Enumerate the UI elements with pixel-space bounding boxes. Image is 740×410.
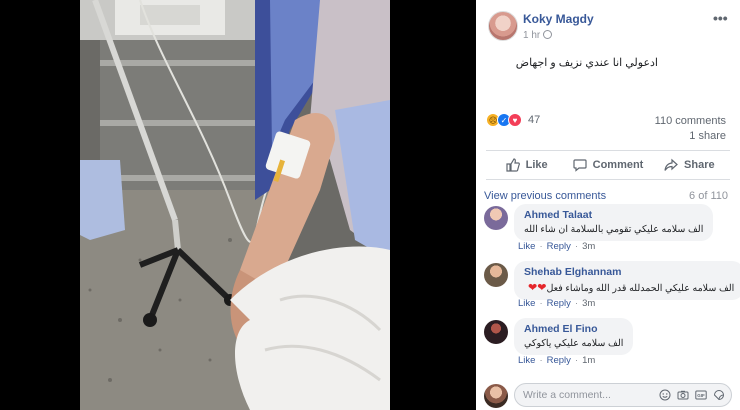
comment-like-link[interactable]: Like	[518, 355, 535, 366]
comment-text: الف سلامه عليكي الحمدلله قدر الله وماشاء…	[546, 283, 735, 294]
photo-viewer	[0, 0, 476, 410]
comment-icon	[573, 159, 587, 172]
like-icon	[506, 158, 520, 172]
separator-dot: ·	[539, 298, 543, 309]
post-photo[interactable]	[80, 0, 390, 410]
comment-actions: Like · Reply · 3m	[518, 298, 595, 309]
post-text: ادعولي انا عندي نزيف و اجهاض	[515, 57, 658, 69]
post-action-bar: Like Comment Share	[486, 150, 730, 180]
separator-dot: ·	[574, 241, 579, 252]
comment-reply-link[interactable]: Reply	[547, 298, 571, 309]
share-button[interactable]: Share	[649, 151, 730, 179]
more-icon[interactable]: •••	[713, 10, 728, 26]
comment-input-placeholder: Write a comment...	[523, 389, 611, 401]
commenter-name[interactable]: Ahmed El Fino	[524, 323, 623, 335]
heart-emoji-icon: ❤❤	[528, 282, 547, 294]
commenter-name[interactable]: Ahmed Talaat	[524, 209, 703, 221]
comment-input-icons: GIF	[659, 389, 725, 401]
comment-item: Ahmed El Fino الف سلامه عليكي ياكوكي Lik…	[484, 318, 734, 370]
separator-dot: ·	[574, 355, 579, 366]
like-button[interactable]: Like	[486, 151, 567, 179]
poster-avatar[interactable]	[488, 11, 518, 41]
globe-icon	[543, 30, 553, 39]
comment-item: Shehab Elghannam الف سلامه عليكي الحمدلل…	[484, 261, 740, 313]
post-header: Koky Magdy 1 hr •••	[476, 0, 740, 44]
comment-actions: Like · Reply · 3m	[518, 241, 595, 252]
write-comment-row: Write a comment... GIF	[476, 376, 740, 410]
comment-reply-link[interactable]: Reply	[547, 355, 571, 366]
comment-text-row: الف سلامه عليكي الحمدلله قدر الله وماشاء…	[524, 281, 734, 294]
comment-bubble: Ahmed El Fino الف سلامه عليكي ياكوكي	[514, 318, 634, 355]
comment-time[interactable]: 1m	[582, 355, 595, 366]
commenter-avatar[interactable]	[484, 320, 508, 344]
love-reaction-icon: ♥	[508, 113, 522, 127]
camera-icon[interactable]	[677, 389, 689, 401]
svg-text:GIF: GIF	[697, 393, 705, 398]
comment-button[interactable]: Comment	[567, 151, 648, 179]
comment-bubble: Shehab Elghannam الف سلامه عليكي الحمدلل…	[514, 261, 740, 300]
current-user-avatar	[484, 384, 508, 408]
comment-time[interactable]: 3m	[582, 298, 595, 309]
commenter-avatar[interactable]	[484, 206, 508, 230]
post-timestamp[interactable]: 1 hr	[523, 30, 553, 41]
comments-count[interactable]: 110 comments	[655, 115, 726, 127]
poster-name[interactable]: Koky Magdy	[523, 12, 594, 26]
comment-actions: Like · Reply · 1m	[518, 355, 595, 366]
sticker-icon[interactable]	[713, 389, 725, 401]
comment-like-link[interactable]: Like	[518, 298, 535, 309]
share-label: Share	[684, 159, 715, 171]
comment-time[interactable]: 3m	[582, 241, 595, 252]
comment-item: Ahmed Talaat الف سلامه عليكي تقومي بالسل…	[484, 204, 734, 256]
comment-text: الف سلامه عليكي ياكوكي	[524, 338, 624, 349]
share-icon	[664, 158, 678, 171]
view-previous-comments-link[interactable]: View previous comments	[484, 190, 606, 202]
photo-illustration	[80, 0, 390, 410]
shares-count[interactable]: 1 share	[689, 130, 726, 142]
comment-reply-link[interactable]: Reply	[547, 241, 571, 252]
separator-dot: ·	[539, 355, 543, 366]
separator-dot: ·	[539, 241, 543, 252]
post-time-text[interactable]: 1 hr	[523, 30, 540, 41]
comment-bubble: Ahmed Talaat الف سلامه عليكي تقومي بالسل…	[514, 204, 714, 241]
commenter-name[interactable]: Shehab Elghannam	[524, 266, 734, 278]
gif-icon[interactable]: GIF	[695, 389, 707, 401]
comment-text: الف سلامه عليكي تقومي بالسلامة ان شاء ال…	[524, 224, 704, 235]
emoji-icon[interactable]	[659, 389, 671, 401]
comment-label: Comment	[592, 159, 644, 171]
reactions-summary[interactable]: ☹ ✓ ♥ 47	[486, 112, 540, 128]
separator-dot: ·	[574, 298, 579, 309]
commenter-avatar[interactable]	[484, 263, 508, 287]
comment-input[interactable]: Write a comment... GIF	[514, 383, 732, 407]
reactions-count: 47	[528, 114, 541, 126]
comments-index: 6 of 110	[689, 190, 728, 202]
post-sidebar: Koky Magdy 1 hr ••• ادعولي انا عندي نزيف…	[476, 0, 740, 410]
like-label: Like	[525, 159, 548, 171]
comment-like-link[interactable]: Like	[518, 241, 535, 252]
